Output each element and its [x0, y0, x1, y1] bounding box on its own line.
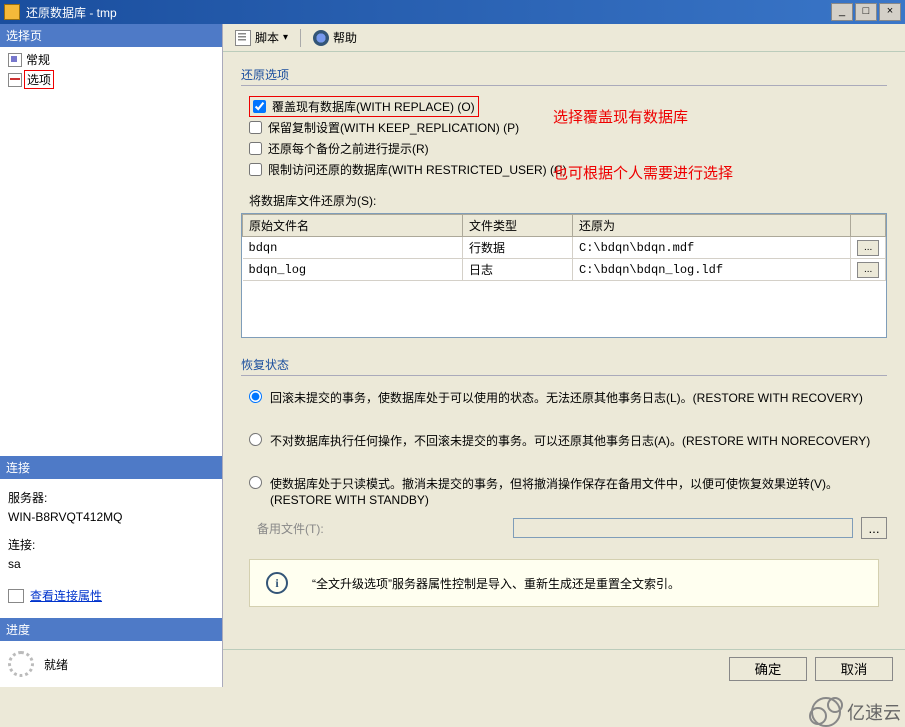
sidebar-item-label: 常规 [26, 51, 50, 68]
recovery-state-header: 恢复状态 [241, 356, 887, 376]
script-button[interactable]: 脚本 ▾ [231, 28, 292, 47]
page-icon [8, 73, 22, 87]
sidebar-item-label: 选项 [24, 70, 54, 89]
watermark-text: 亿速云 [847, 699, 901, 725]
browse-button[interactable]: ... [857, 262, 879, 278]
recovery-opt-label: 使数据库处于只读模式。撤消未提交的事务，但将撤消操作保存在备用文件中，以便可使恢… [270, 476, 887, 510]
table-row[interactable]: bdqn 行数据 C:\bdqn\bdqn.mdf ... [243, 237, 886, 259]
recovery-opt-label: 不对数据库执行任何操作，不回滚未提交的事务。可以还原其他事务日志(A)。(RES… [270, 433, 870, 450]
view-connection-properties-link[interactable]: 查看连接属性 [30, 587, 102, 604]
standby-file-label: 备用文件(T): [257, 520, 327, 537]
chevron-down-icon: ▾ [283, 32, 288, 43]
script-icon [235, 30, 251, 46]
recovery-opt-norecovery: 不对数据库执行任何操作，不回滚未提交的事务。可以还原其他事务日志(A)。(RES… [249, 433, 887, 450]
connection-header: 连接 [0, 456, 222, 479]
info-bar: i “全文升级选项”服务器属性控制是导入、重新生成还是重置全文索引。 [249, 559, 879, 607]
close-button[interactable]: × [879, 3, 901, 21]
cell-type: 日志 [463, 259, 573, 281]
cancel-button[interactable]: 取消 [815, 657, 893, 681]
prompt-each-checkbox[interactable] [249, 142, 262, 155]
progress-header: 进度 [0, 618, 222, 641]
content-area: 还原选项 选择覆盖现有数据库 也可根据个人需要进行选择 覆盖现有数据库(WITH… [223, 52, 905, 649]
dialog-footer: 确定 取消 [223, 649, 905, 687]
help-label: 帮助 [333, 29, 357, 46]
restricted-checkbox[interactable] [249, 163, 262, 176]
spinner-icon [8, 651, 34, 677]
recovery-block: 回滚未提交的事务，使数据库处于可以使用的状态。无法还原其他事务日志(L)。(RE… [249, 390, 887, 539]
sidebar: 选择页 常规 选项 连接 服务器: WIN-B8RVQT412MQ 连接: sa [0, 24, 223, 687]
ok-button[interactable]: 确定 [729, 657, 807, 681]
col-as[interactable]: 还原为 [573, 215, 851, 237]
annotation-customize: 也可根据个人需要进行选择 [553, 162, 733, 183]
prompt-each-label: 还原每个备份之前进行提示(R) [268, 140, 429, 157]
title-bar: 还原数据库 - tmp _ □ × [0, 0, 905, 24]
progress-status: 就绪 [44, 656, 68, 673]
browse-button[interactable]: ... [857, 240, 879, 256]
separator [300, 29, 301, 47]
script-label: 脚本 [255, 29, 279, 46]
file-restore-label: 将数据库文件还原为(S): [249, 192, 887, 209]
restricted-label: 限制访问还原的数据库(WITH RESTRICTED_USER) (C) [268, 161, 567, 178]
sidebar-item-general[interactable]: 常规 [6, 50, 216, 69]
server-value: WIN-B8RVQT412MQ [8, 510, 214, 524]
annotation-overwrite: 选择覆盖现有数据库 [553, 106, 688, 127]
restore-options-header: 还原选项 [241, 66, 887, 86]
file-restore-grid: 原始文件名 文件类型 还原为 bdqn 行数据 C:\bdqn\bdqn.mdf… [241, 213, 887, 338]
watermark: 亿速云 [811, 697, 901, 727]
window-title: 还原数据库 - tmp [26, 4, 829, 21]
recovery-opt-recovery: 回滚未提交的事务，使数据库处于可以使用的状态。无法还原其他事务日志(L)。(RE… [249, 390, 887, 407]
conn-value: sa [8, 557, 214, 571]
col-orig[interactable]: 原始文件名 [243, 215, 463, 237]
page-icon [8, 53, 22, 67]
cell-type: 行数据 [463, 237, 573, 259]
server-label: 服务器: [8, 489, 214, 506]
page-list: 常规 选项 [0, 47, 222, 100]
table-row[interactable]: bdqn_log 日志 C:\bdqn\bdqn_log.ldf ... [243, 259, 886, 281]
cell-as: C:\bdqn\bdqn_log.ldf [573, 259, 851, 281]
conn-label: 连接: [8, 536, 214, 553]
overwrite-checkbox[interactable] [253, 100, 266, 113]
connection-info: 服务器: WIN-B8RVQT412MQ 连接: sa 查看连接属性 [0, 479, 222, 618]
app-icon [4, 4, 20, 20]
col-type[interactable]: 文件类型 [463, 215, 573, 237]
properties-icon [8, 589, 24, 603]
main-panel: 脚本 ▾ 帮助 还原选项 选择覆盖现有数据库 也可根据个人需要进行选择 覆盖现有… [223, 24, 905, 687]
toolbar: 脚本 ▾ 帮助 [223, 24, 905, 52]
help-button[interactable]: 帮助 [309, 28, 361, 47]
cell-as: C:\bdqn\bdqn.mdf [573, 237, 851, 259]
recovery-radio[interactable] [249, 390, 262, 403]
option-prompt-each: 还原每个备份之前进行提示(R) [249, 138, 887, 159]
minimize-button[interactable]: _ [831, 3, 853, 21]
option-overwrite: 覆盖现有数据库(WITH REPLACE) (O) [249, 96, 479, 117]
keep-replication-label: 保留复制设置(WITH KEEP_REPLICATION) (P) [268, 119, 519, 136]
col-browse [851, 215, 886, 237]
overwrite-label: 覆盖现有数据库(WITH REPLACE) (O) [272, 98, 475, 115]
window-buttons: _ □ × [829, 3, 901, 21]
recovery-opt-standby: 使数据库处于只读模式。撤消未提交的事务，但将撤消操作保存在备用文件中，以便可使恢… [249, 476, 887, 510]
keep-replication-checkbox[interactable] [249, 121, 262, 134]
standby-file-row: 备用文件(T): ... [257, 517, 887, 539]
standby-radio[interactable] [249, 476, 262, 489]
norecovery-radio[interactable] [249, 433, 262, 446]
info-text: “全文升级选项”服务器属性控制是导入、重新生成还是重置全文索引。 [312, 575, 680, 592]
maximize-button[interactable]: □ [855, 3, 877, 21]
sidebar-item-options[interactable]: 选项 [6, 69, 216, 90]
cell-orig: bdqn [243, 237, 463, 259]
help-icon [313, 30, 329, 46]
select-page-header: 选择页 [0, 24, 222, 47]
recovery-opt-label: 回滚未提交的事务，使数据库处于可以使用的状态。无法还原其他事务日志(L)。(RE… [270, 390, 863, 407]
standby-browse-button[interactable]: ... [861, 517, 887, 539]
progress-block: 就绪 [0, 641, 222, 687]
watermark-icon [811, 697, 841, 727]
cell-orig: bdqn_log [243, 259, 463, 281]
standby-file-input [513, 518, 853, 538]
info-icon: i [266, 572, 288, 594]
